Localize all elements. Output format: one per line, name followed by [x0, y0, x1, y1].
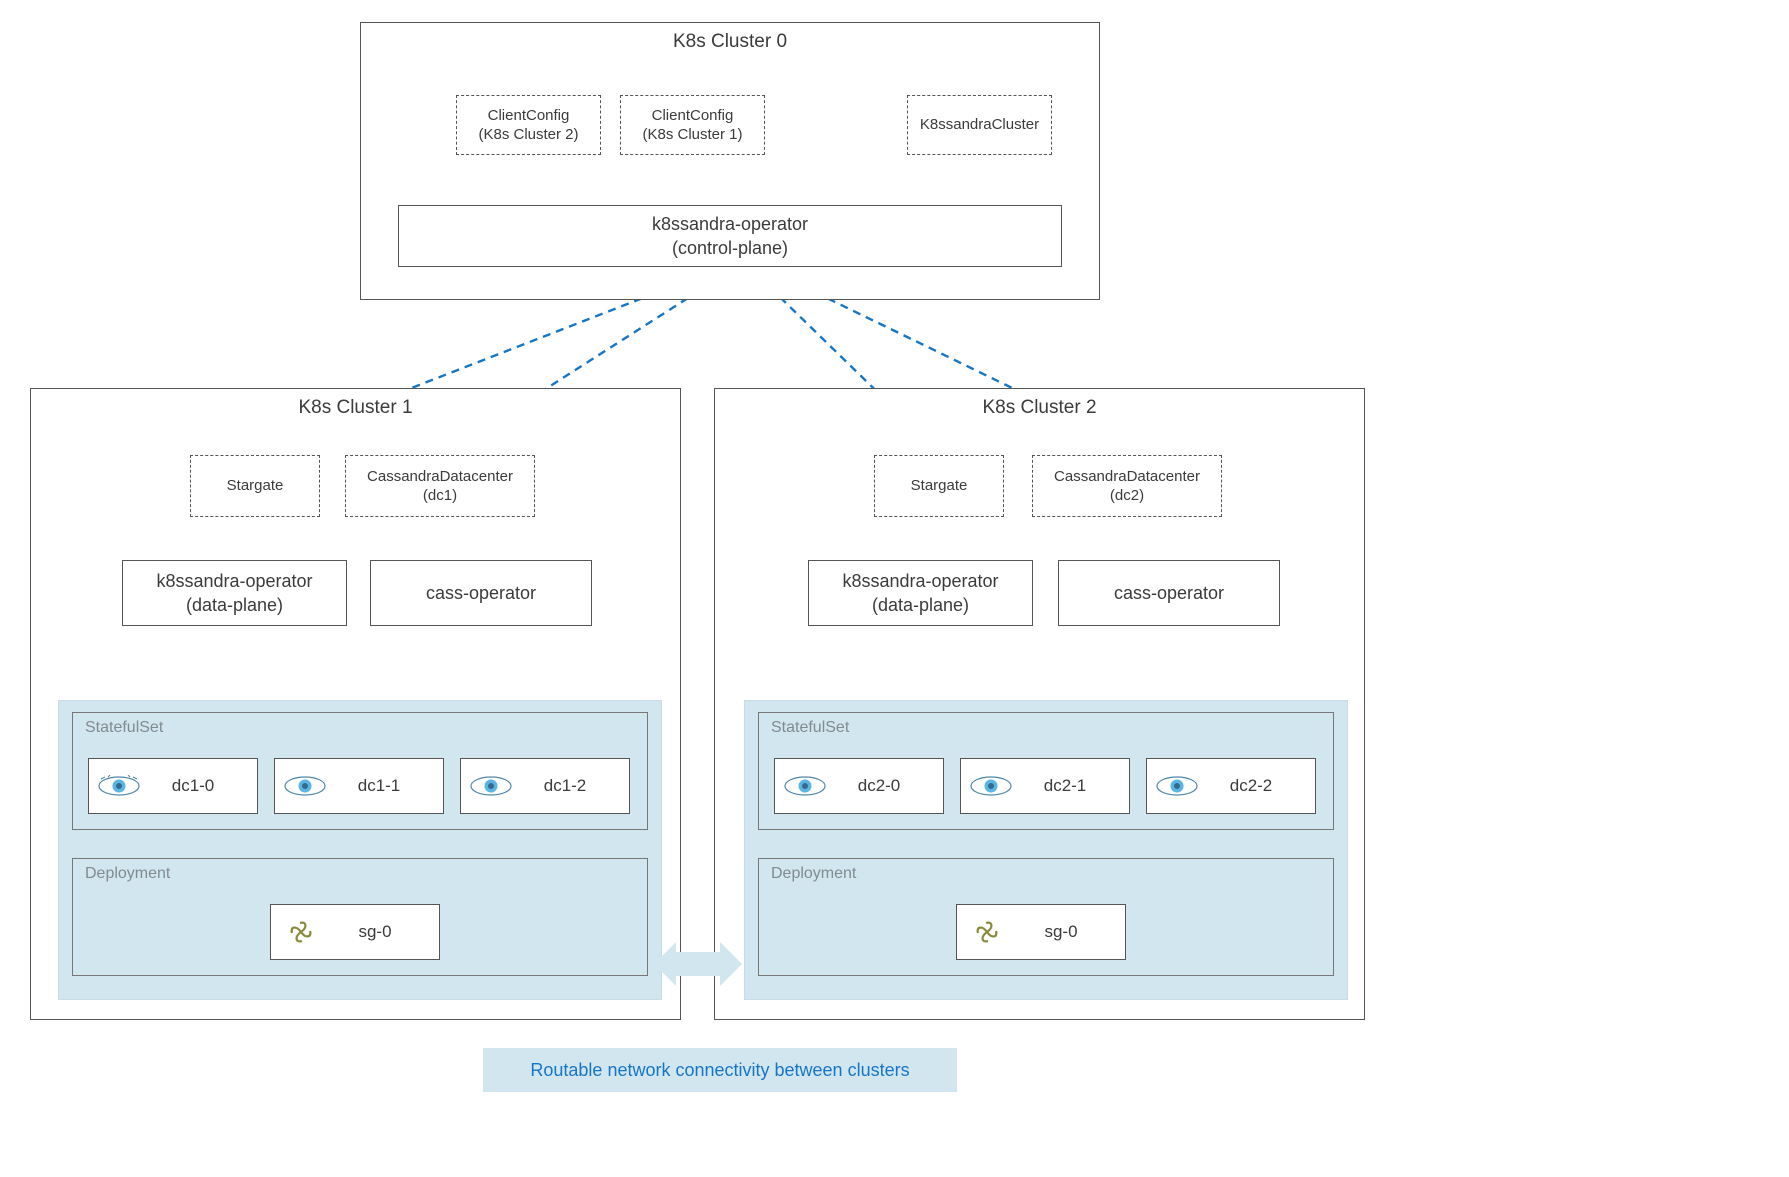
- client-config-1-l1: ClientConfig: [621, 106, 764, 126]
- client-config-cluster-2: ClientConfig (K8s Cluster 2): [456, 95, 601, 155]
- eye-icon: [1147, 759, 1207, 813]
- eye-icon: [275, 759, 335, 813]
- cluster-2-title: K8s Cluster 2: [715, 389, 1364, 419]
- c2-statefulset-label: StatefulSet: [771, 719, 849, 737]
- eye-icon: [461, 759, 521, 813]
- eye-icon: [961, 759, 1021, 813]
- c1-pod-2: dc1-2: [460, 758, 630, 814]
- c2-pod-1: dc2-1: [960, 758, 1130, 814]
- c2-cass-dc-l2: (dc2): [1033, 486, 1221, 506]
- eye-icon: [775, 759, 835, 813]
- client-config-2-l2: (K8s Cluster 2): [457, 125, 600, 145]
- c1-stargate: Stargate: [190, 455, 320, 517]
- c2-stargate-label: Stargate: [875, 476, 1003, 496]
- network-banner: Routable network connectivity between cl…: [483, 1048, 957, 1092]
- control-plane-l1: k8ssandra-operator: [652, 212, 808, 236]
- client-config-2-l1: ClientConfig: [457, 106, 600, 126]
- control-plane-l2: (control-plane): [672, 236, 788, 260]
- c2-dp-l2: (data-plane): [872, 593, 969, 617]
- c1-sg-0-label: sg-0: [331, 922, 439, 942]
- c1-stargate-label: Stargate: [191, 476, 319, 496]
- c1-pod-2-label: dc1-2: [521, 776, 629, 796]
- client-config-1-l2: (K8s Cluster 1): [621, 125, 764, 145]
- c1-pod-0-label: dc1-0: [149, 776, 257, 796]
- c1-data-plane: k8ssandra-operator (data-plane): [122, 560, 347, 626]
- c1-deployment-label: Deployment: [85, 865, 170, 883]
- c2-data-plane: k8ssandra-operator (data-plane): [808, 560, 1033, 626]
- k8ssandra-cluster-label: K8ssandraCluster: [908, 115, 1051, 135]
- control-plane-operator: k8ssandra-operator (control-plane): [398, 205, 1062, 267]
- c1-cass-operator: cass-operator: [370, 560, 592, 626]
- c2-pod-2: dc2-2: [1146, 758, 1316, 814]
- client-config-cluster-1: ClientConfig (K8s Cluster 1): [620, 95, 765, 155]
- bi-arrow-icon: [676, 952, 720, 976]
- cluster-0-title: K8s Cluster 0: [361, 23, 1099, 53]
- c1-cass-dc-l2: (dc1): [346, 486, 534, 506]
- c2-pod-0-label: dc2-0: [835, 776, 943, 796]
- pinwheel-icon: [271, 905, 331, 959]
- c1-statefulset-label: StatefulSet: [85, 719, 163, 737]
- eye-icon: [89, 759, 149, 813]
- c2-pod-1-label: dc2-1: [1021, 776, 1129, 796]
- c2-sg-0: sg-0: [956, 904, 1126, 960]
- c1-dp-l1: k8ssandra-operator: [156, 569, 312, 593]
- c1-pod-0: dc1-0: [88, 758, 258, 814]
- c2-dp-l1: k8ssandra-operator: [842, 569, 998, 593]
- c1-cass-op-label: cass-operator: [426, 581, 536, 605]
- c1-pod-1-label: dc1-1: [335, 776, 443, 796]
- c2-cass-dc: CassandraDatacenter (dc2): [1032, 455, 1222, 517]
- c1-cass-dc-l1: CassandraDatacenter: [346, 467, 534, 487]
- c2-cass-dc-l1: CassandraDatacenter: [1033, 467, 1221, 487]
- c2-sg-0-label: sg-0: [1017, 922, 1125, 942]
- c2-cass-op-label: cass-operator: [1114, 581, 1224, 605]
- c1-sg-0: sg-0: [270, 904, 440, 960]
- c2-cass-operator: cass-operator: [1058, 560, 1280, 626]
- c1-dp-l2: (data-plane): [186, 593, 283, 617]
- c2-deployment-label: Deployment: [771, 865, 856, 883]
- c2-pod-0: dc2-0: [774, 758, 944, 814]
- c2-pod-2-label: dc2-2: [1207, 776, 1315, 796]
- k8ssandra-cluster: K8ssandraCluster: [907, 95, 1052, 155]
- c1-cass-dc: CassandraDatacenter (dc1): [345, 455, 535, 517]
- pinwheel-icon: [957, 905, 1017, 959]
- c1-pod-1: dc1-1: [274, 758, 444, 814]
- cluster-1-title: K8s Cluster 1: [31, 389, 680, 419]
- c2-stargate: Stargate: [874, 455, 1004, 517]
